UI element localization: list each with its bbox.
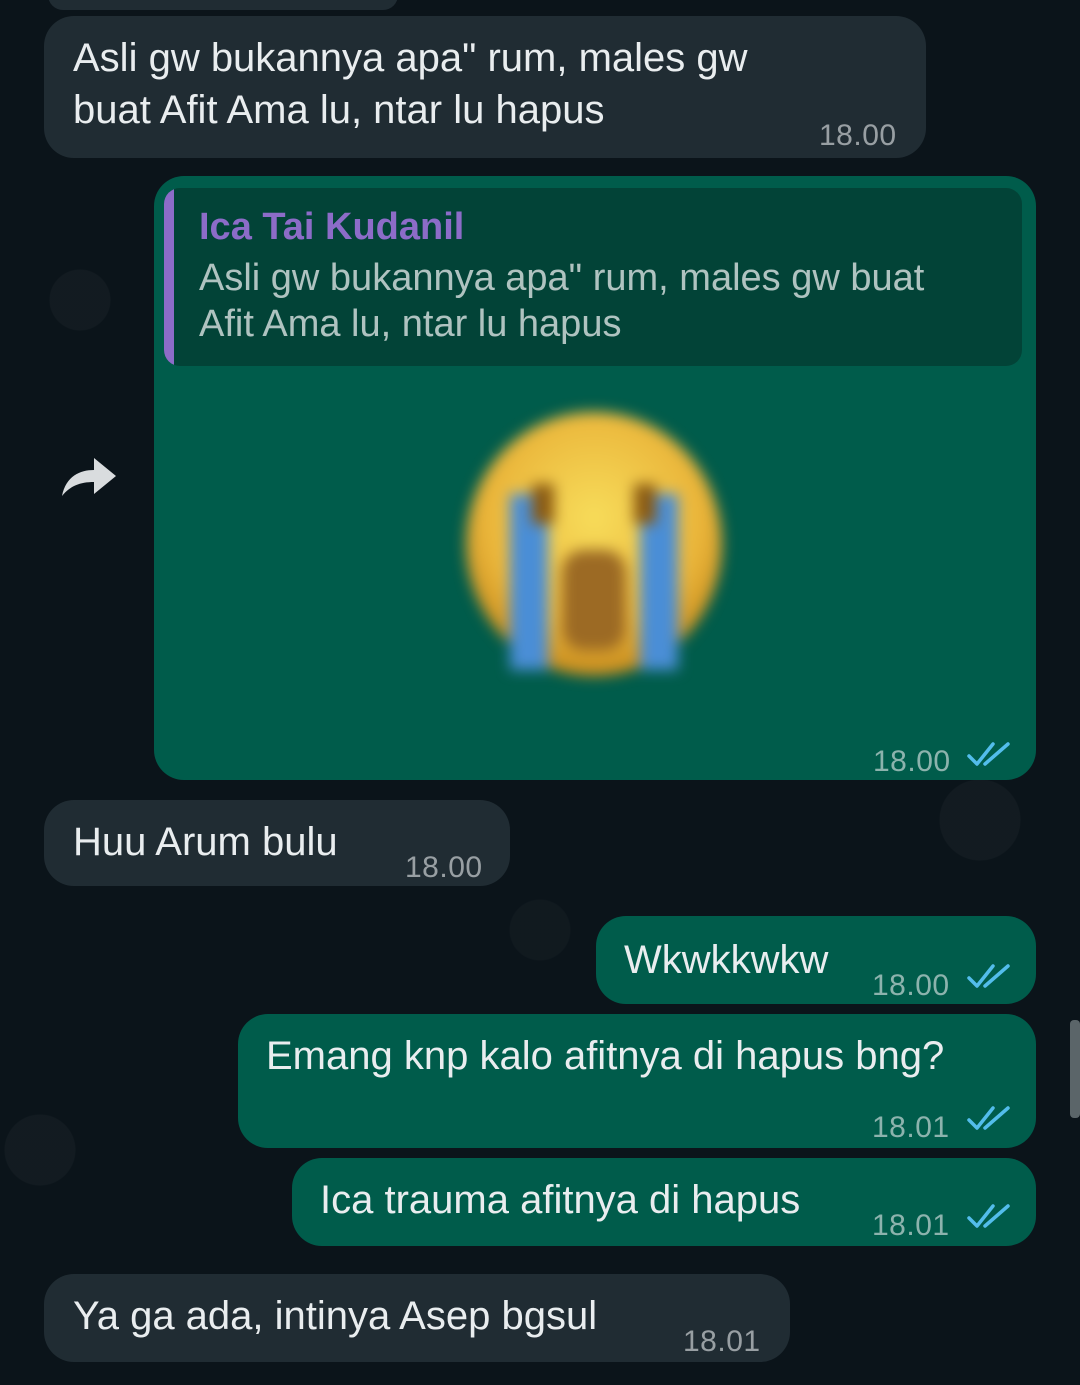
- quoted-author: Ica Tai Kudanil: [199, 206, 465, 248]
- incoming-message[interactable]: Huu Arum bulu 18.00: [44, 800, 510, 886]
- message-text: Ya ga ada, intinya Asep bgsul: [73, 1294, 598, 1338]
- quoted-message[interactable]: Ica Tai Kudanil Asli gw bukannya apa" ru…: [164, 188, 1022, 366]
- message-time: 18.00: [405, 851, 483, 884]
- message-text: Wkwkkwkw: [624, 938, 829, 982]
- incoming-message[interactable]: Asli gw bukannya apa" rum, males gw buat…: [44, 16, 926, 158]
- message-text: Huu Arum bulu: [73, 820, 338, 864]
- quote-accent-bar: [164, 188, 174, 366]
- loudly-crying-face-icon: [466, 412, 722, 676]
- outgoing-message[interactable]: Wkwkkwkw 18.00: [596, 916, 1036, 1004]
- crying-face-sticker[interactable]: [462, 410, 726, 678]
- double-check-icon: [967, 964, 1010, 988]
- message-time: 18.01: [683, 1325, 761, 1358]
- message-time: 18.00: [873, 745, 951, 778]
- previous-message-edge: [48, 0, 398, 10]
- message-text: Emang knp kalo afitnya di hapus bng?: [266, 1034, 945, 1078]
- message-text: Ica trauma afitnya di hapus: [320, 1178, 801, 1222]
- outgoing-message[interactable]: Emang knp kalo afitnya di hapus bng? 18.…: [238, 1014, 1036, 1148]
- double-check-icon: [967, 1106, 1010, 1130]
- message-time: 18.01: [872, 1209, 950, 1242]
- incoming-message[interactable]: Ya ga ada, intinya Asep bgsul 18.01: [44, 1274, 790, 1362]
- quoted-text-line: Afit Ama lu, ntar lu hapus: [199, 303, 622, 345]
- quoted-text-line: Asli gw bukannya apa" rum, males gw buat: [199, 257, 925, 299]
- double-check-icon: [967, 1204, 1010, 1228]
- double-check-icon: [967, 742, 1010, 766]
- forward-button[interactable]: [58, 454, 118, 498]
- message-time: 18.01: [872, 1111, 950, 1144]
- scrollbar-thumb[interactable]: [1070, 1020, 1080, 1118]
- outgoing-reply-message[interactable]: Ica Tai Kudanil Asli gw bukannya apa" ru…: [154, 176, 1036, 780]
- outgoing-message[interactable]: Ica trauma afitnya di hapus 18.01: [292, 1158, 1036, 1246]
- message-text-line: Asli gw bukannya apa" rum, males gw: [73, 36, 748, 80]
- forward-arrow-icon: [62, 458, 116, 496]
- message-time: 18.00: [872, 969, 950, 1002]
- message-text-line: buat Afit Ama lu, ntar lu hapus: [73, 88, 605, 132]
- message-time: 18.00: [819, 119, 897, 152]
